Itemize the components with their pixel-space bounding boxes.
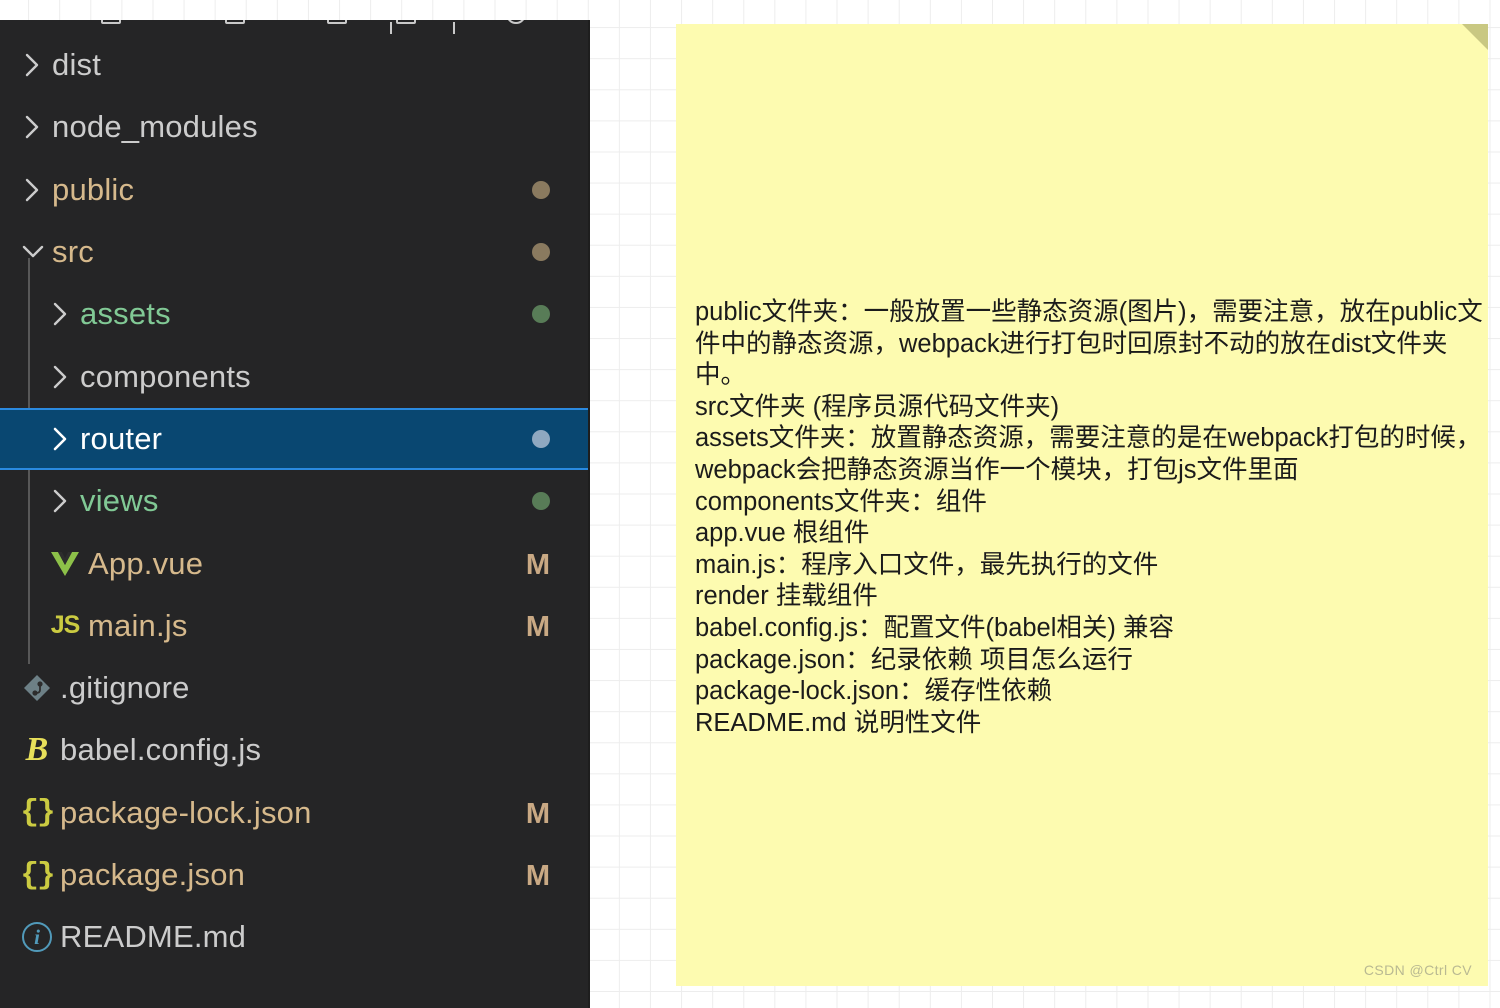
new-file-icon[interactable] <box>101 20 121 24</box>
note-line: babel.config.js：配置文件(babel相关) 兼容 <box>695 613 1174 642</box>
tree-row-label: public <box>52 171 135 207</box>
chevron-right-icon[interactable] <box>42 363 80 391</box>
tree-row-gitignore[interactable]: .gitignore <box>0 657 588 719</box>
note-line: package.json：纪录依赖 项目怎么运行 <box>695 645 1133 674</box>
tree-row-dist[interactable]: dist <box>0 34 588 96</box>
git-file-icon <box>14 673 60 703</box>
plus-stroke-icon <box>453 22 455 34</box>
tree-row-src[interactable]: src <box>0 221 588 283</box>
file-explorer-sidebar: dist node_modules public src assets comp… <box>0 20 588 1008</box>
json-file-icon: {} <box>20 857 55 893</box>
chevron-right-icon[interactable] <box>42 487 80 515</box>
chevron-right-icon[interactable] <box>42 425 80 453</box>
tree-row-assets[interactable]: assets <box>0 283 588 345</box>
tree-row-label: main.js <box>88 607 188 643</box>
tree-row-label: package-lock.json <box>60 794 312 830</box>
tree-row-package-json[interactable]: {} package.json M <box>0 844 588 906</box>
new-file-plus-icon[interactable] <box>327 20 347 24</box>
modified-marker: M <box>525 610 550 643</box>
status-badge: M <box>526 546 550 582</box>
note-line: README.md 说明性文件 <box>695 708 982 737</box>
tree-row-label: babel.config.js <box>60 732 262 768</box>
untracked-dot-icon <box>532 492 550 511</box>
babel-file-icon: B <box>25 731 49 769</box>
file-tree: dist node_modules public src assets comp… <box>0 34 588 968</box>
tree-row-router[interactable]: router <box>0 407 588 471</box>
tree-row-label: views <box>80 483 159 519</box>
new-folder-plus-icon[interactable] <box>396 20 416 24</box>
sticky-note: public文件夹：一般放置一些静态资源(图片)，需要注意，放在public文件… <box>676 24 1488 986</box>
chevron-right-icon[interactable] <box>14 51 52 79</box>
note-line: public文件夹：一般放置一些静态资源(图片)，需要注意，放在public文件… <box>695 298 1483 390</box>
note-line: src文件夹 (程序员源代码文件夹) <box>695 392 1060 421</box>
chevron-right-icon[interactable] <box>14 113 52 141</box>
screenshot-root: dist node_modules public src assets comp… <box>0 0 1500 1008</box>
note-line: render 挂载组件 <box>695 582 878 611</box>
note-line: components文件夹：组件 <box>695 487 987 516</box>
modified-dot-icon <box>532 243 550 262</box>
tree-row-label: assets <box>80 296 171 332</box>
plus-stroke-icon <box>390 22 392 34</box>
tree-row-label: .gitignore <box>60 670 190 706</box>
status-badge <box>532 180 550 199</box>
modified-marker: M <box>525 797 550 830</box>
note-line: main.js：程序入口文件，最先执行的文件 <box>695 550 1159 579</box>
new-folder-icon[interactable] <box>225 20 245 24</box>
status-badge <box>532 492 550 511</box>
json-file-icon: {} <box>20 795 55 831</box>
tree-row-app-vue[interactable]: App.vue M <box>0 532 588 594</box>
tree-row-readme-md[interactable]: i README.md <box>0 906 588 968</box>
status-badge: M <box>526 608 550 644</box>
status-badge: M <box>526 857 550 893</box>
explorer-toolbar <box>0 20 588 34</box>
tree-row-main-js[interactable]: JS main.js M <box>0 595 588 657</box>
chevron-right-icon[interactable] <box>14 176 52 204</box>
chevron-down-icon[interactable] <box>14 242 52 262</box>
note-fold-corner-icon <box>1462 24 1488 50</box>
note-text-body: public文件夹：一般放置一些静态资源(图片)，需要注意，放在public文件… <box>695 297 1485 739</box>
note-line: app.vue 根组件 <box>695 519 870 548</box>
tree-row-label: App.vue <box>88 545 204 581</box>
note-line: package-lock.json：缓存性依赖 <box>695 677 1053 706</box>
tree-row-label: package.json <box>60 857 246 892</box>
csdn-watermark: CSDN @Ctrl CV <box>1363 962 1472 978</box>
status-badge <box>532 429 550 448</box>
tree-row-label: src <box>52 234 94 270</box>
status-badge <box>532 305 550 324</box>
chevron-right-icon[interactable] <box>42 300 80 328</box>
info-file-icon: i <box>14 922 60 953</box>
tree-row-node-modules[interactable]: node_modules <box>0 96 588 158</box>
tree-row-label: router <box>80 420 163 456</box>
tree-row-public[interactable]: public <box>0 159 588 221</box>
tree-row-label: dist <box>52 47 102 83</box>
modified-marker: M <box>525 860 550 892</box>
untracked-dot-icon <box>532 305 550 324</box>
js-file-icon: JS <box>50 611 81 640</box>
tree-row-label: README.md <box>60 919 247 955</box>
tree-row-components[interactable]: components <box>0 345 588 407</box>
tree-row-views[interactable]: views <box>0 470 588 532</box>
tree-row-label: components <box>80 358 251 394</box>
selected-dot-icon <box>532 429 550 448</box>
tree-row-babel-config[interactable]: B babel.config.js <box>0 719 588 781</box>
modified-dot-icon <box>532 180 550 199</box>
tree-row-label: node_modules <box>52 109 258 145</box>
vue-file-icon <box>42 550 88 578</box>
tree-row-package-lock-json[interactable]: {} package-lock.json M <box>0 782 588 844</box>
status-badge <box>532 243 550 262</box>
status-badge: M <box>526 795 550 831</box>
modified-marker: M <box>525 548 550 581</box>
note-line: assets文件夹：放置静态资源，需要注意的是在webpack打包的时候，web… <box>695 424 1482 484</box>
refresh-icon[interactable] <box>506 20 526 24</box>
